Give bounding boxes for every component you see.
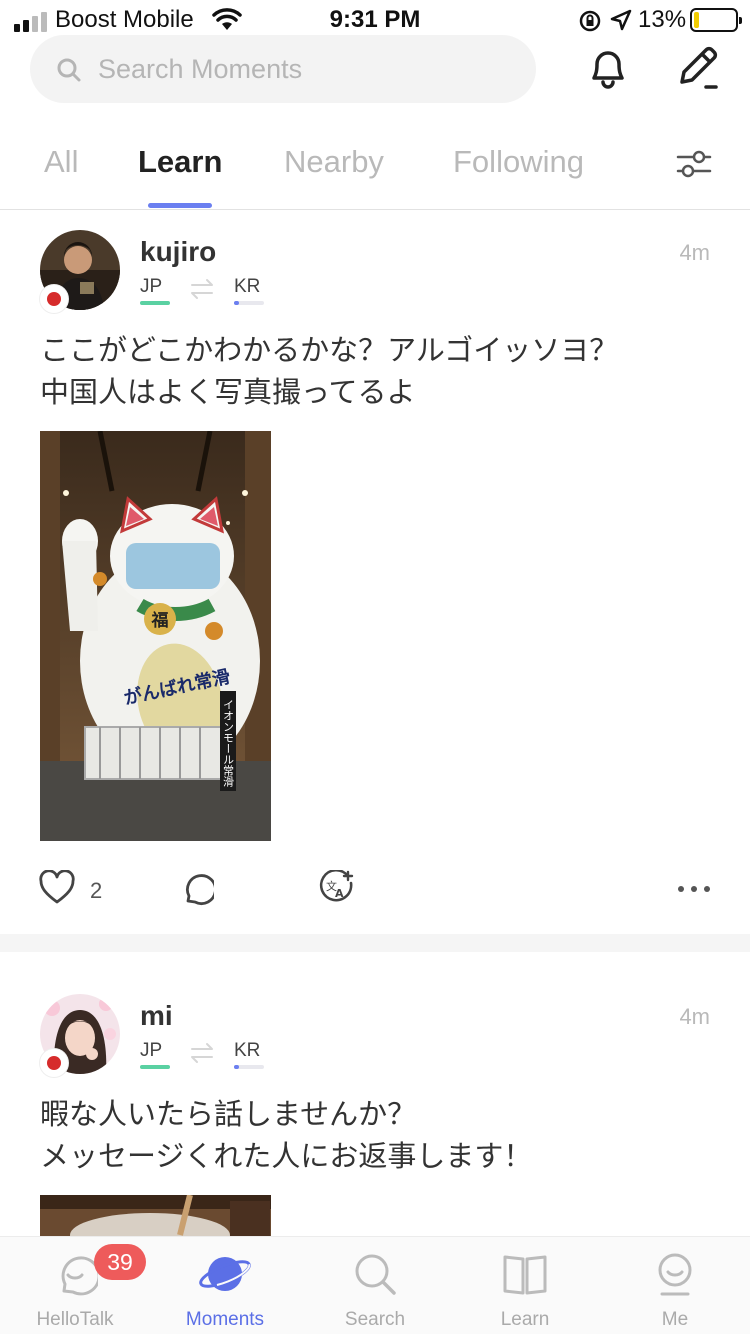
tab-following[interactable]: Following — [453, 144, 584, 180]
post-text-line: 中国人はよく写真撮ってるよ — [40, 377, 416, 409]
post-time: 4m — [679, 1004, 710, 1029]
tab-nearby[interactable]: Nearby — [284, 144, 384, 180]
learning-language-bar — [234, 1065, 264, 1069]
pencil-icon[interactable] — [674, 42, 722, 92]
translate-icon[interactable]: 文 A — [318, 870, 354, 906]
post-actions: 2 文 A — [0, 870, 750, 920]
username[interactable]: kujiro — [140, 236, 216, 268]
nav-label: Moments — [185, 1309, 265, 1330]
moment-post[interactable]: kujiro 4m JP KR ここがどこかわかるかな？アルゴイッソヨ？ 中国人… — [0, 230, 750, 920]
bottom-navigation: HelloTalk 39 Moments Search Learn Me — [0, 1236, 750, 1334]
learning-language: KR — [234, 1040, 261, 1061]
native-language: JP — [140, 276, 163, 297]
post-text: ここがどこかわかるかな？アルゴイッソヨ？ 中国人はよく写真撮ってるよ — [40, 330, 720, 414]
post-text: 暇な人いたら話しませんか？ メッセージくれた人にお返事します！ — [40, 1094, 720, 1178]
battery-icon — [690, 8, 742, 32]
orientation-lock-icon — [579, 10, 601, 32]
search-input[interactable] — [98, 49, 518, 89]
nav-search[interactable]: Search — [300, 1237, 450, 1334]
like-count: 2 — [90, 878, 103, 903]
post-photo[interactable] — [40, 1195, 271, 1236]
tab-all[interactable]: All — [44, 144, 78, 180]
profile-icon — [658, 1253, 692, 1296]
nav-label: Me — [661, 1309, 689, 1330]
more-options-icon[interactable] — [676, 884, 712, 894]
filter-sliders-icon[interactable] — [676, 146, 712, 182]
post-time: 4m — [679, 240, 710, 265]
nav-hellotalk[interactable]: HelloTalk 39 — [0, 1237, 150, 1334]
comment-icon[interactable] — [178, 870, 214, 906]
search-icon — [355, 1254, 396, 1295]
chat-bubble-icon — [61, 1256, 98, 1296]
post-photo[interactable]: 福 がんばれ常滑 イオンモール常滑 — [40, 431, 271, 841]
learning-language: KR — [234, 276, 261, 297]
tab-learn[interactable]: Learn — [138, 144, 222, 180]
post-text-line: メッセージくれた人にお返事します！ — [40, 1141, 533, 1173]
location-arrow-icon — [610, 9, 632, 31]
post-text-line: 暇な人いたら話しませんか？ — [40, 1099, 417, 1131]
post-divider — [0, 934, 750, 952]
learning-language-bar — [234, 301, 264, 305]
nav-moments[interactable]: Moments — [150, 1237, 300, 1334]
book-icon — [503, 1255, 547, 1295]
japan-flag-icon — [40, 1049, 68, 1077]
nav-me[interactable]: Me — [600, 1237, 750, 1334]
unread-badge: 39 — [94, 1244, 146, 1280]
username[interactable]: mi — [140, 1000, 173, 1032]
language-exchange-icon — [191, 279, 213, 299]
bell-icon[interactable] — [584, 44, 632, 92]
post-text-line: ここがどこかわかるかな？アルゴイッソヨ？ — [40, 335, 619, 367]
native-language: JP — [140, 1040, 163, 1061]
battery-percent: 13% — [638, 6, 687, 33]
native-language-bar — [140, 1065, 170, 1069]
nav-label: HelloTalk — [36, 1309, 114, 1330]
native-language-bar — [140, 301, 170, 305]
language-exchange-icon — [191, 1043, 213, 1063]
svg-text:A: A — [335, 887, 344, 900]
heart-icon[interactable] — [38, 870, 76, 906]
planet-icon — [199, 1257, 251, 1291]
moments-tabs: All Learn Nearby Following — [0, 130, 750, 210]
active-tab-indicator — [148, 203, 212, 208]
search-icon — [57, 58, 81, 82]
nav-learn[interactable]: Learn — [450, 1237, 600, 1334]
nav-label: Search — [344, 1309, 406, 1330]
search-bar[interactable] — [30, 35, 536, 103]
status-bar: Boost Mobile 9:31 PM 13% — [0, 0, 750, 40]
moment-post[interactable]: mi 4m JP KR 暇な人いたら話しませんか？ メッセージくれた人にお返事し… — [0, 994, 750, 1236]
japan-flag-icon — [40, 285, 68, 313]
coin-kanji: 福 — [151, 610, 169, 631]
nav-label: Learn — [500, 1309, 550, 1330]
sign-side-text: イオンモール常滑 — [222, 699, 235, 787]
